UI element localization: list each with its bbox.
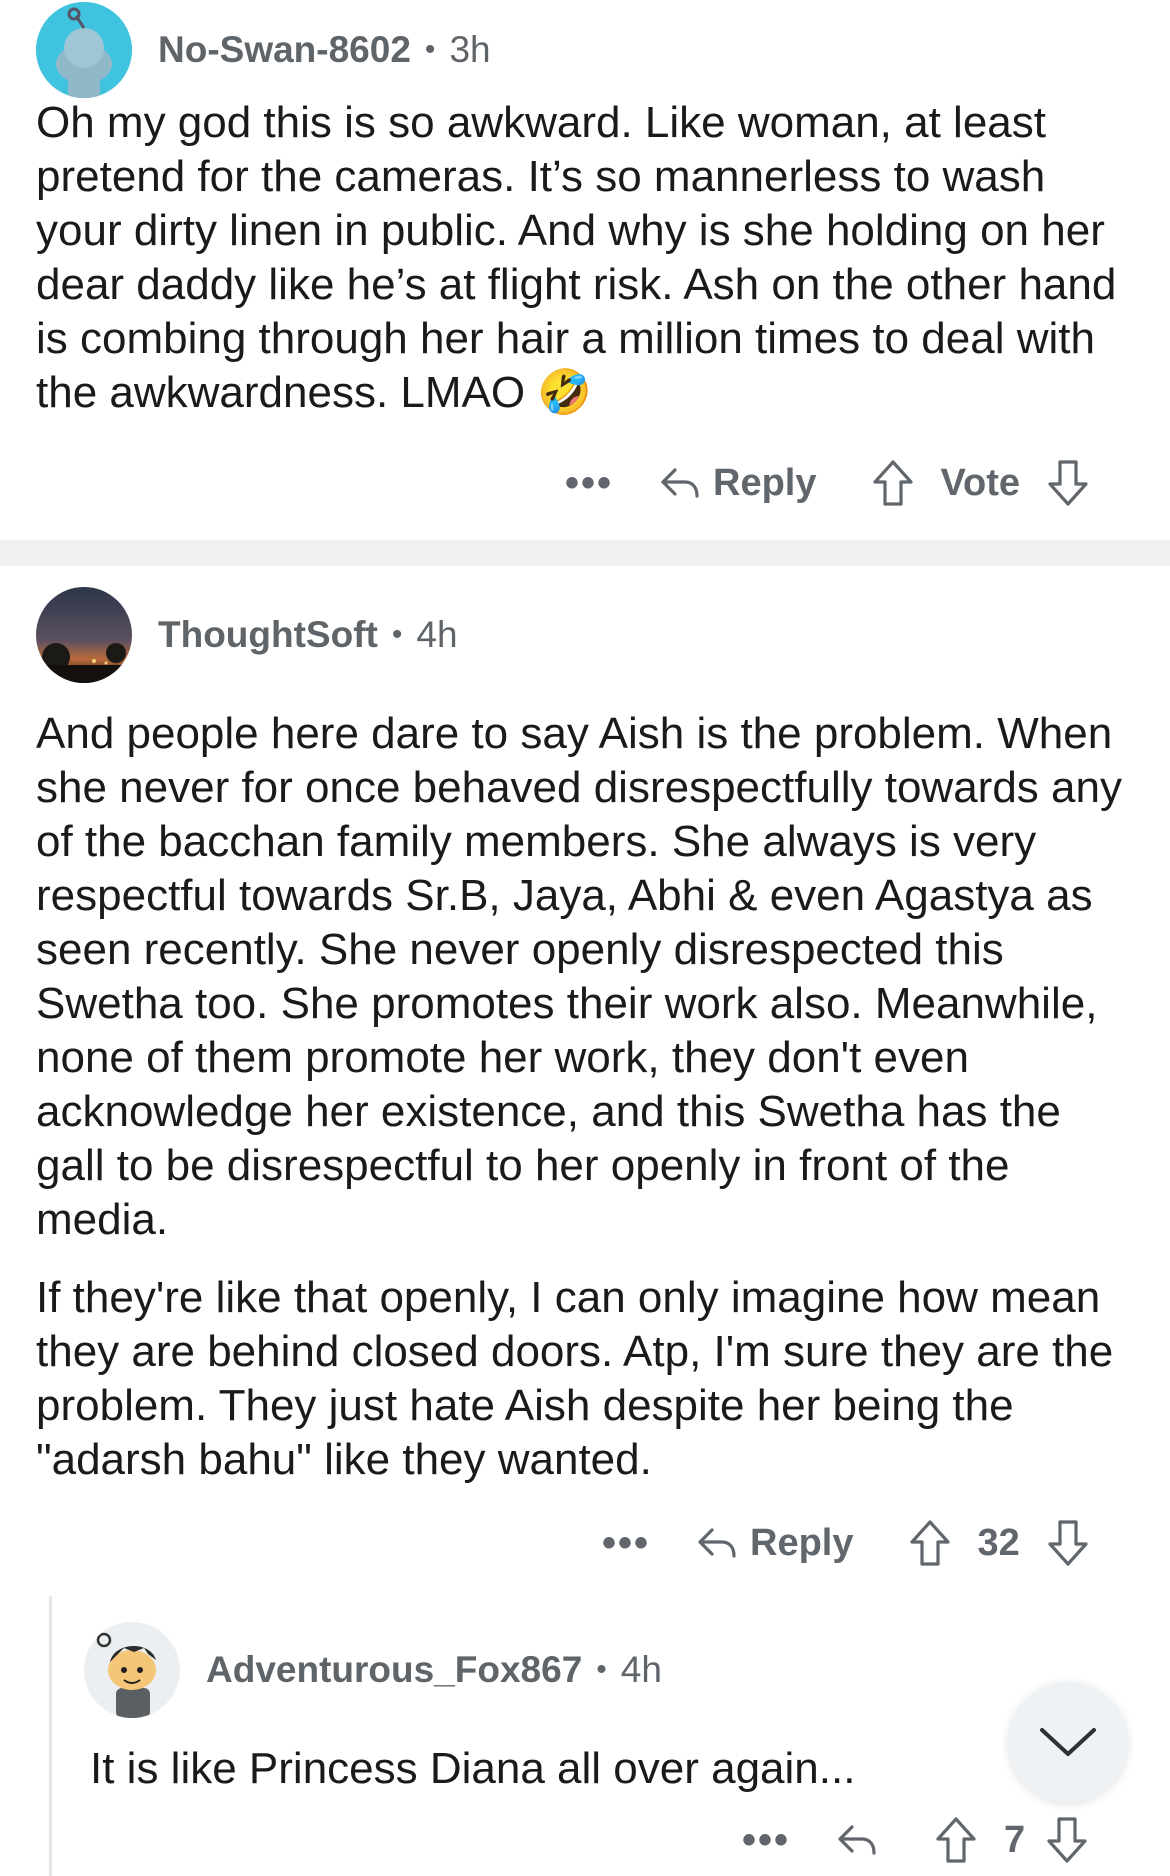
reply-arrow-icon — [698, 1528, 736, 1558]
comment-paragraph: It is like Princess Diana all over again… — [90, 1744, 856, 1793]
collapse-thread-button[interactable] — [1008, 1682, 1128, 1802]
reply-button[interactable]: Reply — [657, 460, 817, 506]
reply-arrow-icon — [838, 1825, 876, 1855]
avatar[interactable] — [36, 2, 132, 98]
comment-header: No-Swan-8602 • 3h — [36, 2, 491, 98]
chevron-down-icon — [1040, 1728, 1096, 1756]
reply-label: Reply — [713, 461, 817, 504]
author-name[interactable]: ThoughtSoft — [158, 614, 378, 656]
reply-button[interactable]: Reply — [694, 1520, 854, 1566]
downvote-button[interactable] — [1043, 1815, 1091, 1865]
author-name[interactable]: No-Swan-8602 — [158, 29, 411, 71]
comment-body: And people here dare to say Aish is the … — [36, 707, 1136, 1487]
more-options-button[interactable]: ••• — [742, 1818, 790, 1863]
vote-count: 7 — [1004, 1818, 1026, 1861]
comment-age: 4h — [620, 1649, 662, 1690]
thread-line[interactable] — [49, 1596, 52, 1876]
snoo-icon — [36, 2, 132, 98]
more-options-button[interactable]: ••• — [565, 461, 613, 506]
upvote-button[interactable] — [906, 1518, 954, 1568]
laughing-emoji: 🤣 — [537, 368, 593, 417]
avatar[interactable] — [36, 587, 132, 683]
snoo-avatar-icon — [84, 1622, 180, 1718]
comment-actions: ••• 7 — [742, 1815, 1091, 1865]
upvote-arrow-icon — [936, 1817, 976, 1863]
more-options-button[interactable]: ••• — [602, 1521, 650, 1566]
separator: • — [596, 1653, 607, 1686]
comment-meta: Adventurous_Fox867 • 4h — [206, 1649, 662, 1691]
author-name[interactable]: Adventurous_Fox867 — [206, 1649, 582, 1691]
downvote-arrow-icon — [1048, 460, 1088, 506]
downvote-arrow-icon — [1047, 1817, 1087, 1863]
downvote-arrow-icon — [1048, 1520, 1088, 1566]
vote-count: 32 — [977, 1521, 1020, 1564]
downvote-button[interactable] — [1044, 1518, 1092, 1568]
comment-age: 3h — [449, 29, 491, 70]
reply-arrow-icon — [661, 468, 699, 498]
downvote-button[interactable] — [1044, 458, 1092, 508]
upvote-arrow-icon — [909, 1520, 950, 1566]
upvote-button[interactable] — [932, 1815, 980, 1865]
comment-meta: No-Swan-8602 • 3h — [158, 29, 491, 71]
avatar-photo-icon — [36, 587, 132, 683]
comment-header: Adventurous_Fox867 • 4h — [84, 1622, 662, 1718]
separator: • — [424, 33, 436, 66]
comment-age: 4h — [416, 614, 458, 655]
comment-paragraph: If they're like that openly, I can only … — [36, 1273, 1114, 1484]
comment-paragraph: And people here dare to say Aish is the … — [36, 709, 1122, 1244]
upvote-button[interactable] — [869, 458, 917, 508]
upvote-arrow-icon — [872, 460, 913, 506]
comment-header: ThoughtSoft • 4h — [36, 587, 458, 683]
reply-label: Reply — [750, 1521, 854, 1564]
reply-button[interactable] — [834, 1817, 880, 1863]
comment-divider — [0, 540, 1170, 566]
avatar[interactable] — [84, 1622, 180, 1718]
comment-actions: ••• Reply 32 — [602, 1518, 1092, 1568]
comment-meta: ThoughtSoft • 4h — [158, 614, 458, 656]
vote-label: Vote — [940, 461, 1021, 504]
comment-body: Oh my god this is so awkward. Like woman… — [36, 96, 1136, 420]
comment-actions: ••• Reply Vote — [565, 458, 1092, 508]
comment-body: It is like Princess Diana all over again… — [90, 1742, 990, 1796]
separator: • — [391, 618, 403, 651]
